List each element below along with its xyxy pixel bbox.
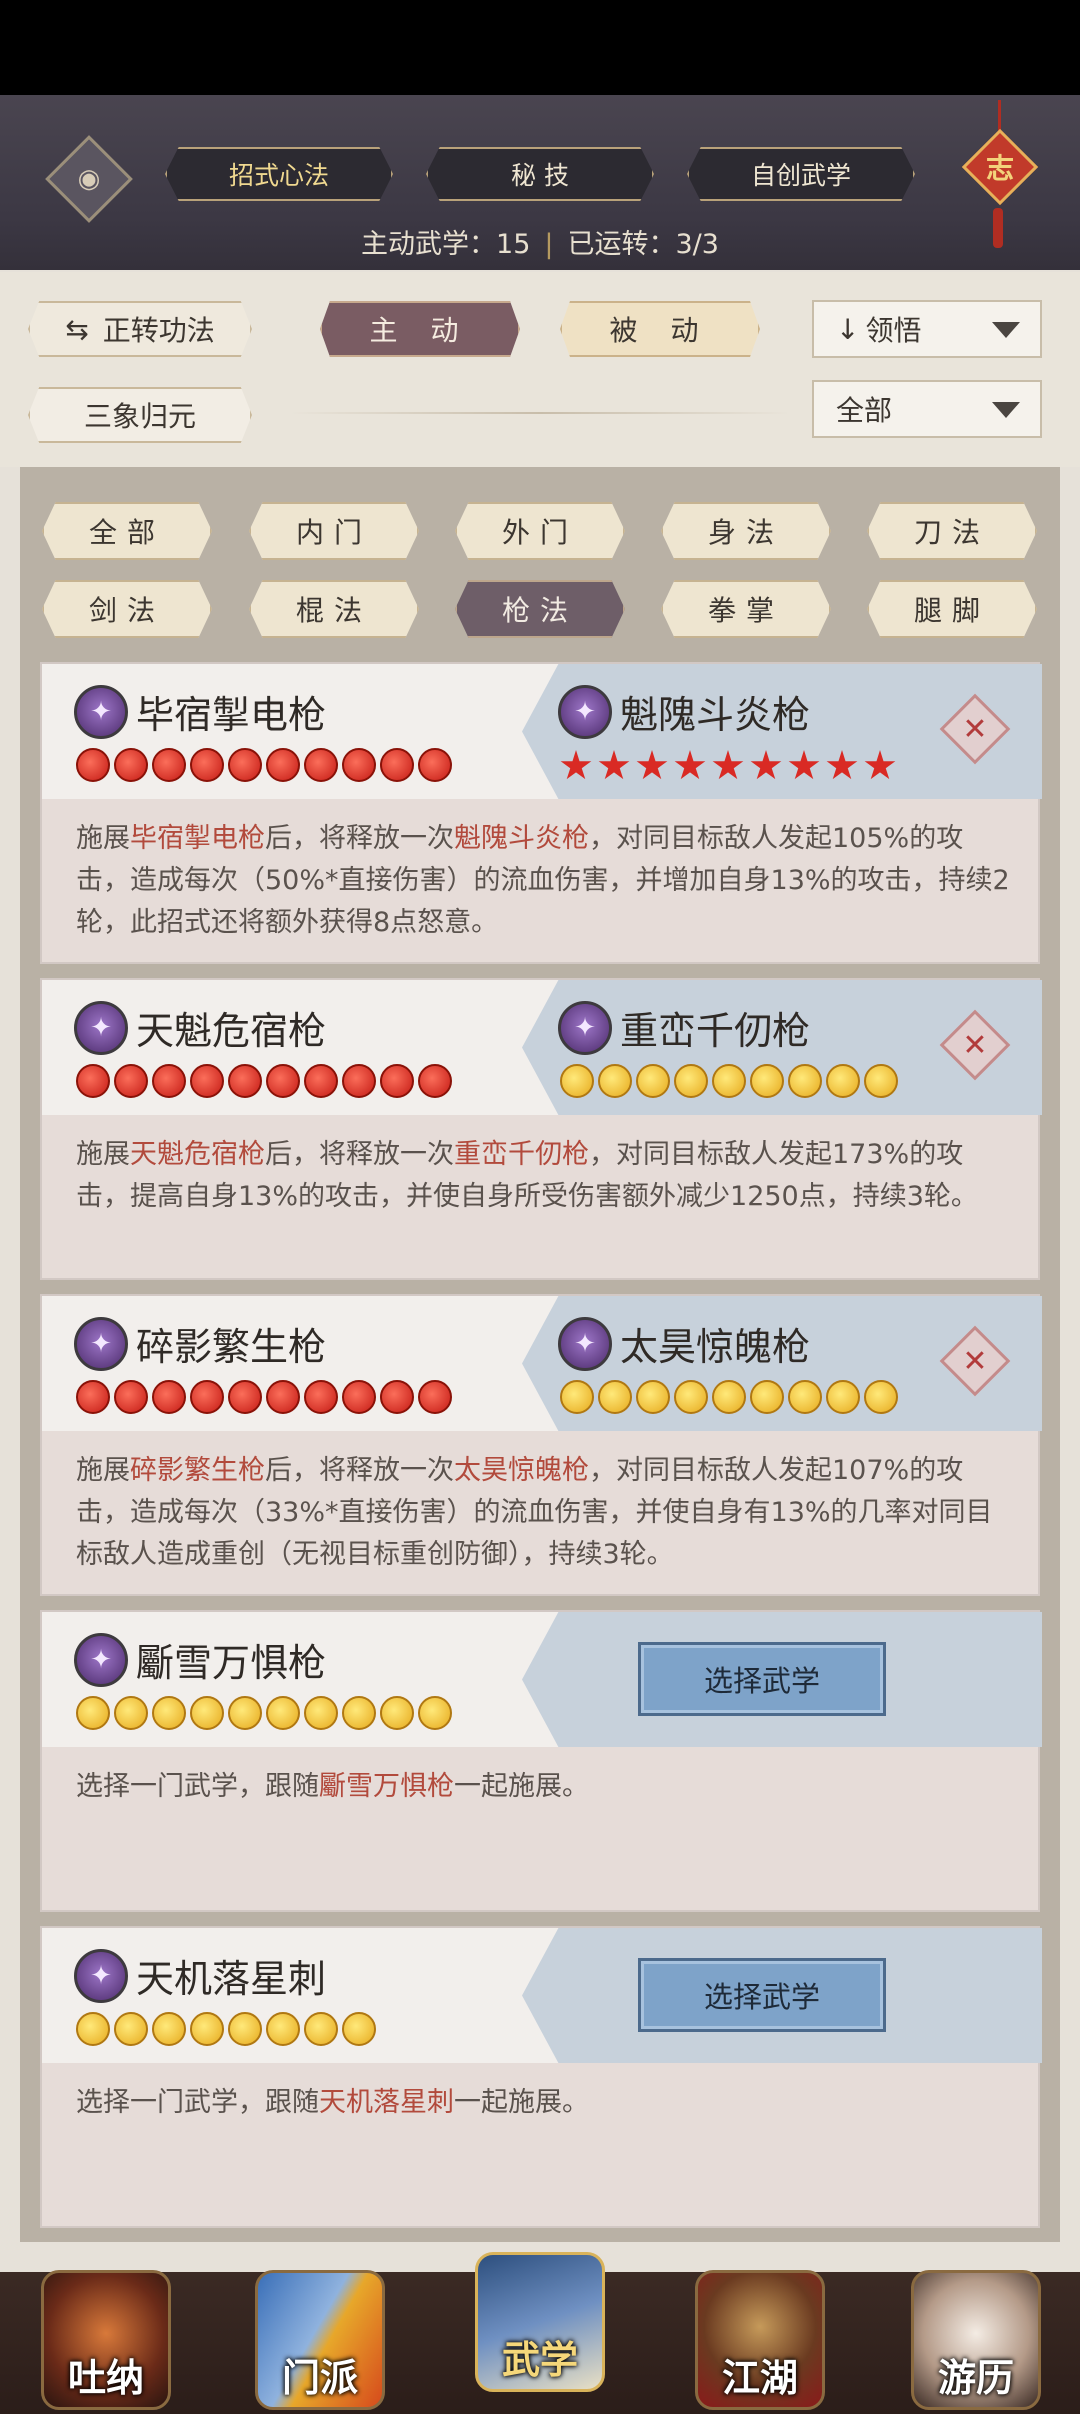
spear-icon: ✦ xyxy=(558,1000,612,1055)
sanxiang-button[interactable]: 三象归元 xyxy=(28,387,252,443)
level-pips xyxy=(76,1696,452,1730)
tab-custom-martial-arts[interactable]: 自创武学 xyxy=(687,147,915,201)
skill-right[interactable]: ✦ 重峦千仞枪 xyxy=(558,1000,810,1055)
nav-sect[interactable]: 门派 xyxy=(250,2250,390,2410)
level-pips xyxy=(76,748,452,782)
combo-description: 施展碎影繁生枪后，将释放一次太昊惊魄枪，对同目标敌人发起107%的攻击，造成每次… xyxy=(76,1455,993,1570)
sort-dropdown[interactable]: ↓ 领悟 xyxy=(812,300,1042,358)
level-pips xyxy=(560,1380,898,1414)
forward-rotation-button[interactable]: ⇆ 正转功法 xyxy=(28,301,252,357)
skill-right[interactable]: ✦ 太昊惊魄枪 xyxy=(558,1316,810,1371)
category-all[interactable]: 全部 xyxy=(42,502,212,560)
close-icon: ✕ xyxy=(962,1343,988,1379)
spear-icon: ✦ xyxy=(74,1948,128,2003)
knot-char: 志 xyxy=(985,152,1014,185)
combo-description: 选择一门武学，跟随斸雪万惧枪一起施展。 xyxy=(76,1771,589,1802)
status-bar xyxy=(0,0,1080,95)
mode-passive-button[interactable]: 被 动 xyxy=(560,301,760,357)
combo-card: ✦ 碎影繁生枪 ✦ 太昊惊魄枪 ✕ 施展碎影繁生枪后，将释放一次太昊惊魄枪，对同目标… xyxy=(40,1294,1042,1596)
divider xyxy=(290,412,790,414)
skill-left[interactable]: ✦ 毕宿掣电枪 xyxy=(74,684,326,739)
spear-icon: ✦ xyxy=(74,1000,128,1055)
category-saber[interactable]: 刀法 xyxy=(867,502,1037,560)
skill-left[interactable]: ✦ 斸雪万惧枪 xyxy=(74,1632,326,1687)
spear-icon: ✦ xyxy=(558,684,612,739)
category-leg[interactable]: 腿脚 xyxy=(867,580,1037,638)
scope-dropdown[interactable]: 全部 xyxy=(812,380,1042,438)
level-pips xyxy=(76,1380,452,1414)
spear-icon: ✦ xyxy=(74,684,128,739)
skill-right[interactable]: ✦ 魁隗斗炎枪 xyxy=(558,684,810,739)
nav-jianghu[interactable]: 江湖 xyxy=(690,2250,830,2410)
tab-moves-methods[interactable]: 招式心法 xyxy=(165,147,393,201)
category-sword[interactable]: 剑法 xyxy=(42,580,212,638)
running-count: 已运转：3/3 xyxy=(567,229,719,260)
level-pips xyxy=(76,1064,452,1098)
spear-icon: ✦ xyxy=(74,1316,128,1371)
spear-icon: ✦ xyxy=(558,1316,612,1371)
category-outer[interactable]: 外门 xyxy=(455,502,625,560)
empty-combo-card: ✦ 天机落星刺 选择武学 选择一门武学，跟随天机落星刺一起施展。 xyxy=(40,1926,1042,2228)
swap-icon: ⇆ xyxy=(65,312,89,346)
active-count: 主动武学：15 xyxy=(361,229,531,260)
combo-description: 选择一门武学，跟随天机落星刺一起施展。 xyxy=(76,2087,589,2118)
select-martial-art-button[interactable]: 选择武学 xyxy=(638,1958,886,2032)
empty-combo-card: ✦ 斸雪万惧枪 选择武学 选择一门武学，跟随斸雪万惧枪一起施展。 xyxy=(40,1610,1042,1912)
chevron-down-icon xyxy=(992,322,1020,338)
eye-icon: ◉ xyxy=(77,164,101,194)
martial-stats: 主动武学：15 | 已运转：3/3 xyxy=(361,229,719,260)
tab-secret-skills[interactable]: 秘 技 xyxy=(426,147,654,201)
level-pips xyxy=(560,1064,898,1098)
category-spear[interactable]: 枪法 xyxy=(455,580,625,638)
mode-active-button[interactable]: 主 动 xyxy=(320,301,520,357)
category-fist[interactable]: 拳掌 xyxy=(661,580,831,638)
combo-description: 施展毕宿掣电枪后，将释放一次魁隗斗炎枪，对同目标敌人发起105%的攻击，造成每次… xyxy=(76,823,1010,938)
skill-left[interactable]: ✦ 碎影繁生枪 xyxy=(74,1316,326,1371)
level-stars xyxy=(560,750,896,782)
select-martial-art-button[interactable]: 选择武学 xyxy=(638,1642,886,1716)
category-staff[interactable]: 棍法 xyxy=(249,580,419,638)
combo-description: 施展天魁危宿枪后，将释放一次重峦千仞枪，对同目标敌人发起173%的攻击，提高自身… xyxy=(76,1139,978,1212)
category-movement[interactable]: 身法 xyxy=(661,502,831,560)
ambition-knot-button[interactable]: 志 xyxy=(961,100,1039,250)
close-icon: ✕ xyxy=(962,1027,988,1063)
combo-card: ✦ 天魁危宿枪 ✦ 重峦千仞枪 ✕ 施展天魁危宿枪后，将释放一次重峦千仞枪，对同目标… xyxy=(40,978,1042,1280)
close-icon: ✕ xyxy=(962,711,988,747)
skill-left[interactable]: ✦ 天魁危宿枪 xyxy=(74,1000,326,1055)
nav-tuna[interactable]: 吐纳 xyxy=(36,2250,176,2410)
combo-card: ✦ 毕宿掣电枪 ✦ 魁隗斗炎枪 ✕ 施展毕宿掣电枪后，将释放一次魁隗斗炎枪，对同目标… xyxy=(40,662,1042,964)
skill-left[interactable]: ✦ 天机落星刺 xyxy=(74,1948,326,2003)
nav-travel[interactable]: 游历 xyxy=(906,2250,1046,2410)
level-pips xyxy=(76,2012,376,2046)
chevron-down-icon xyxy=(992,402,1020,418)
category-inner[interactable]: 内门 xyxy=(249,502,419,560)
sort-arrow-icon: ↓ xyxy=(836,312,860,346)
nav-martial-arts[interactable]: 武学 xyxy=(470,2232,610,2392)
spear-icon: ✦ xyxy=(74,1632,128,1687)
